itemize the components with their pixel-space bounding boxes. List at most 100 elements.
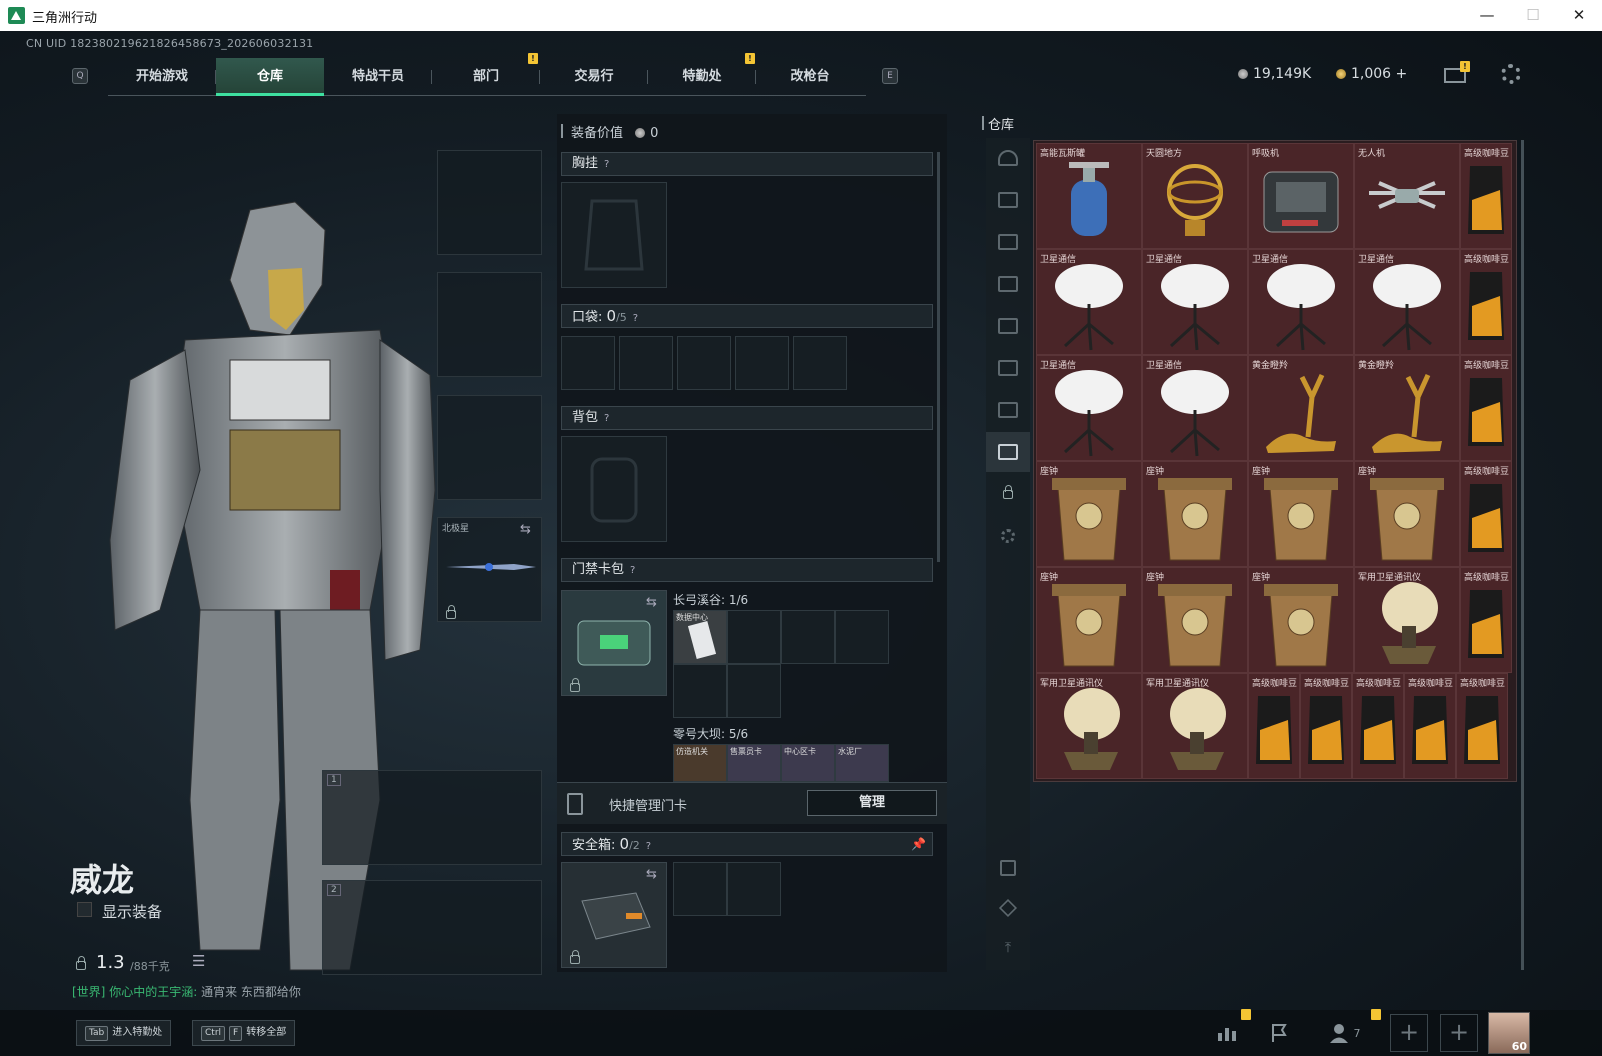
warehouse-item[interactable]: 高级咖啡豆 bbox=[1404, 673, 1456, 779]
keycard-empty-cell[interactable] bbox=[673, 664, 727, 718]
keycard-empty-cell[interactable] bbox=[727, 664, 781, 718]
warehouse-tab-6[interactable] bbox=[986, 390, 1030, 430]
settings-gear-icon[interactable] bbox=[1501, 64, 1521, 84]
friends-button[interactable]: 7 bbox=[1320, 1016, 1368, 1050]
manage-button[interactable]: 管理 bbox=[807, 790, 937, 816]
safebox-slot[interactable]: ⇆ bbox=[561, 862, 667, 968]
keycard-empty-cell[interactable] bbox=[727, 610, 781, 664]
keycard-item[interactable]: 数据中心 bbox=[673, 610, 727, 664]
warehouse-item[interactable]: 军用卫星通讯仪 bbox=[1036, 673, 1142, 779]
warehouse-item[interactable]: 座钟 bbox=[1354, 461, 1460, 567]
pocket-cell[interactable] bbox=[677, 336, 731, 390]
equipment-scrollbar[interactable] bbox=[937, 152, 940, 562]
keycard-item[interactable]: 售票员卡 bbox=[727, 744, 781, 782]
pocket-cell[interactable] bbox=[735, 336, 789, 390]
safebox-cell[interactable] bbox=[673, 862, 727, 916]
minimize-button[interactable]: — bbox=[1464, 0, 1510, 31]
warehouse-item[interactable]: 座钟 bbox=[1248, 567, 1354, 673]
flag-icon[interactable] bbox=[1262, 1016, 1296, 1050]
warehouse-item[interactable]: 黄金瞪羚 bbox=[1248, 355, 1354, 461]
add-teammate-button-2[interactable]: + bbox=[1440, 1014, 1478, 1052]
tab-start-game[interactable]: 开始游戏 bbox=[108, 58, 216, 96]
stats-icon[interactable] bbox=[1210, 1016, 1244, 1050]
show-gear-checkbox[interactable] bbox=[77, 902, 92, 917]
keycard-empty-cell[interactable] bbox=[835, 610, 889, 664]
warehouse-item[interactable]: 黄金瞪羚 bbox=[1354, 355, 1460, 461]
bond-balance[interactable]: 1,006 + bbox=[1336, 66, 1407, 82]
tab-special-ops[interactable]: 特勤处 bbox=[648, 58, 756, 96]
primary-weapon-slot-1[interactable]: 1 bbox=[322, 770, 542, 865]
tab-department[interactable]: 部门 bbox=[432, 58, 540, 96]
warehouse-item[interactable]: 高级咖啡豆 bbox=[1352, 673, 1404, 779]
help-icon[interactable]: ? bbox=[604, 408, 609, 430]
chest-rig-slot[interactable] bbox=[561, 182, 667, 288]
warehouse-item[interactable]: 高级咖啡豆 bbox=[1248, 673, 1300, 779]
help-icon[interactable]: ? bbox=[604, 154, 609, 176]
warehouse-tab-locked[interactable] bbox=[986, 474, 1030, 514]
primary-weapon-slot-2[interactable]: 2 bbox=[322, 880, 542, 975]
warehouse-tab-5[interactable] bbox=[986, 348, 1030, 388]
warehouse-item[interactable]: 军用卫星通讯仪 bbox=[1354, 567, 1460, 673]
warehouse-item[interactable]: 高级咖啡豆 bbox=[1460, 143, 1512, 249]
warehouse-item[interactable]: 卫星通信 bbox=[1354, 249, 1460, 355]
warehouse-item[interactable]: 卫星通信 bbox=[1036, 249, 1142, 355]
warehouse-item[interactable]: 卫星通信 bbox=[1142, 355, 1248, 461]
tab-trading[interactable]: 交易行 bbox=[540, 58, 648, 96]
keycard-empty-cell[interactable] bbox=[781, 610, 835, 664]
warehouse-item[interactable]: 座钟 bbox=[1036, 461, 1142, 567]
armor-slot[interactable] bbox=[437, 272, 542, 377]
pocket-cell[interactable] bbox=[793, 336, 847, 390]
tab-gunsmith[interactable]: 改枪台 bbox=[756, 58, 864, 96]
warehouse-tab-1[interactable] bbox=[986, 180, 1030, 220]
warehouse-item[interactable]: 座钟 bbox=[1248, 461, 1354, 567]
warehouse-item[interactable]: 座钟 bbox=[1142, 461, 1248, 567]
swap-icon[interactable]: ⇆ bbox=[520, 522, 531, 537]
warehouse-item[interactable]: 高能瓦斯罐 bbox=[1036, 143, 1142, 249]
maximize-button[interactable]: ☐ bbox=[1510, 0, 1556, 31]
warehouse-tab-2[interactable] bbox=[986, 222, 1030, 262]
tab-operators[interactable]: 特战干员 bbox=[324, 58, 432, 96]
warehouse-item[interactable]: 军用卫星通讯仪 bbox=[1142, 673, 1248, 779]
warehouse-tool-layers[interactable] bbox=[986, 888, 1030, 928]
nav-prev-key[interactable]: Q bbox=[72, 68, 88, 84]
close-button[interactable]: ✕ bbox=[1556, 0, 1602, 31]
transfer-all-hotkey[interactable]: Ctrl F 转移全部 bbox=[192, 1020, 296, 1046]
warehouse-item[interactable]: 高级咖啡豆 bbox=[1456, 673, 1508, 779]
warehouse-item[interactable]: 座钟 bbox=[1036, 567, 1142, 673]
warehouse-tool-sort[interactable] bbox=[986, 848, 1030, 888]
warehouse-scrollbar[interactable] bbox=[1521, 140, 1524, 970]
warehouse-item[interactable]: 天圆地方 bbox=[1142, 143, 1248, 249]
warehouse-item[interactable]: 高级咖啡豆 bbox=[1460, 249, 1512, 355]
help-icon[interactable]: ? bbox=[633, 308, 638, 330]
pocket-cell[interactable] bbox=[561, 336, 615, 390]
warehouse-item[interactable]: 卫星通信 bbox=[1142, 249, 1248, 355]
chat-line[interactable]: [世界] 你心中的王宇涵: 通宵来 东西都给你 bbox=[72, 983, 301, 1000]
swap-icon[interactable]: ⇆ bbox=[646, 595, 657, 610]
warehouse-item[interactable]: 高级咖啡豆 bbox=[1460, 567, 1512, 673]
weight-list-icon[interactable]: ☰ bbox=[192, 952, 205, 970]
help-icon[interactable]: ? bbox=[630, 560, 635, 582]
keycard-item[interactable]: 水泥厂 bbox=[835, 744, 889, 782]
player-avatar[interactable]: 60 bbox=[1488, 1012, 1530, 1054]
keycard-case-slot[interactable]: ⇆ bbox=[561, 590, 667, 696]
warehouse-item[interactable]: 高级咖啡豆 bbox=[1460, 355, 1512, 461]
warehouse-item[interactable]: 无人机 bbox=[1354, 143, 1460, 249]
warehouse-tool-transfer[interactable]: ⤒ bbox=[986, 928, 1030, 968]
tab-warehouse[interactable]: 仓库 bbox=[216, 58, 324, 96]
safebox-cell[interactable] bbox=[727, 862, 781, 916]
warehouse-item[interactable]: 呼吸机 bbox=[1248, 143, 1354, 249]
warehouse-tab-7[interactable] bbox=[986, 432, 1030, 472]
warehouse-item[interactable]: 高级咖啡豆 bbox=[1460, 461, 1512, 567]
add-teammate-button-1[interactable]: + bbox=[1390, 1014, 1428, 1052]
pistol-slot[interactable] bbox=[437, 395, 542, 500]
warehouse-item[interactable]: 座钟 bbox=[1142, 567, 1248, 673]
help-icon[interactable]: ? bbox=[646, 836, 651, 858]
pocket-cell[interactable] bbox=[619, 336, 673, 390]
melee-slot[interactable]: 北极星 ⇆ bbox=[437, 517, 542, 622]
warehouse-item[interactable]: 高级咖啡豆 bbox=[1300, 673, 1352, 779]
keycard-item[interactable]: 仿造机关 bbox=[673, 744, 727, 782]
helmet-slot[interactable] bbox=[437, 150, 542, 255]
warehouse-item[interactable]: 卫星通信 bbox=[1248, 249, 1354, 355]
warehouse-tab-all[interactable] bbox=[986, 138, 1030, 178]
pin-icon[interactable]: 📌 bbox=[911, 833, 926, 855]
